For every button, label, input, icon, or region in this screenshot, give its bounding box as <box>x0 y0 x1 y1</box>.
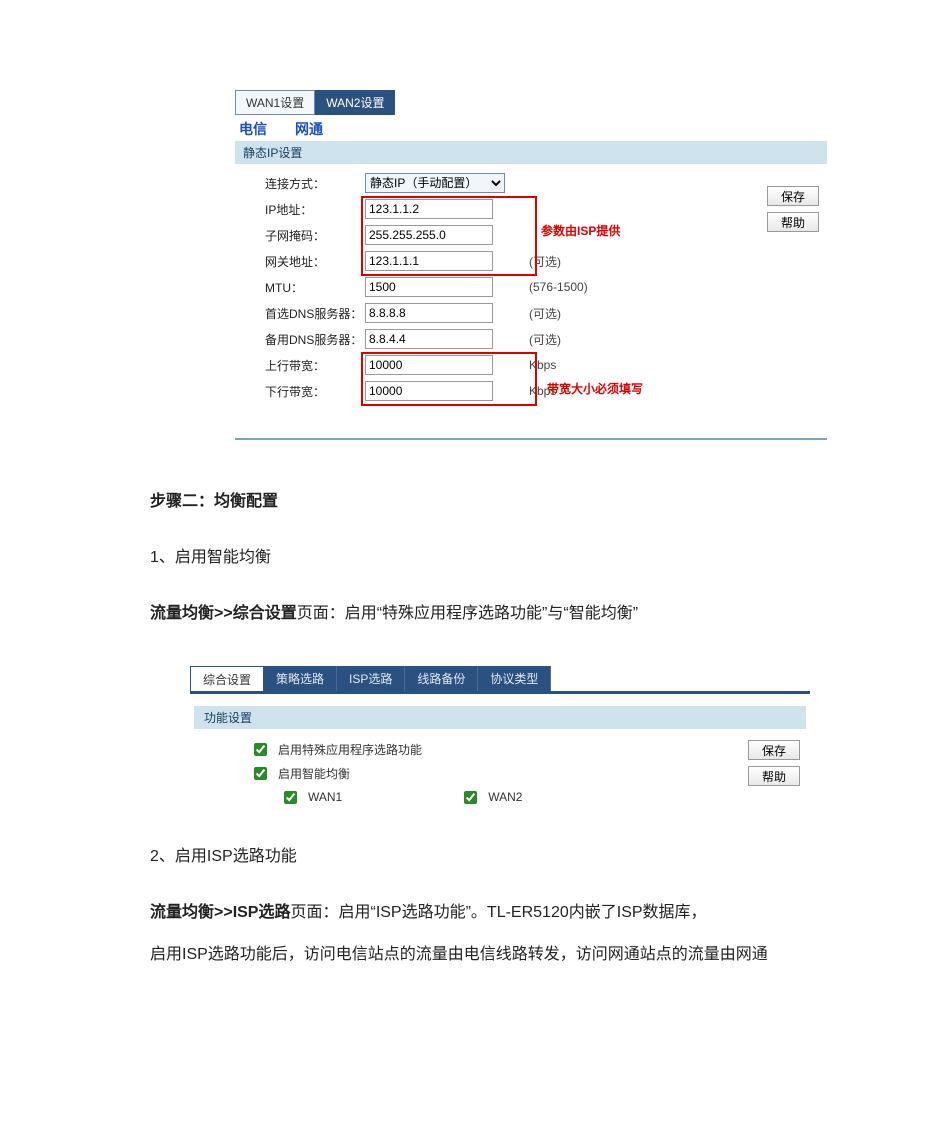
wan-tabs: WAN1设置 WAN2设置 <box>235 90 827 115</box>
lb-tabs: 综合设置 策略选路 ISP选路 线路备份 协议类型 <box>190 666 810 692</box>
step2-2-body-line1: 流量均衡>>ISP选路页面：启用“ISP选路功能”。TL-ER5120内嵌了IS… <box>150 901 840 925</box>
lb-body: 功能设置 启用特殊应用程序选路功能 启用智能均衡 WAN1 <box>190 691 810 813</box>
tab-line-backup[interactable]: 线路备份 <box>405 666 478 692</box>
step2-1-path: 流量均衡>>综合设置 <box>150 605 297 622</box>
save-button[interactable]: 保存 <box>767 186 819 206</box>
chk-wan2[interactable] <box>464 791 477 804</box>
help-button-2[interactable]: 帮助 <box>748 766 800 786</box>
tab-protocol-type[interactable]: 协议类型 <box>478 666 551 692</box>
gateway-input[interactable] <box>365 251 493 271</box>
chk-special-app-route[interactable] <box>254 743 267 756</box>
step2-1-rest: 页面：启用“特殊应用程序选路功能”与“智能均衡” <box>297 605 638 622</box>
up-bw-unit: Kbps <box>529 358 556 372</box>
annot-bandwidth: 带宽大小必须填写 <box>547 380 643 397</box>
dns1-input[interactable] <box>365 303 493 323</box>
mask-label: 子网掩码： <box>265 227 365 244</box>
tab-wan1[interactable]: WAN1设置 <box>235 90 315 115</box>
isp-line: 电信 网通 <box>235 115 827 141</box>
lbl-special-app-route: 启用特殊应用程序选路功能 <box>278 741 422 758</box>
step2-2-body-line2: 启用ISP选路功能后，访问电信站点的流量由电信线路转发，访问网通站点的流量由网通 <box>150 943 840 967</box>
help-button[interactable]: 帮助 <box>767 212 819 232</box>
static-ip-form: 连接方式： 静态IP（手动配置） IP地址： 子网掩码： 网关地址： (可选) <box>235 164 827 438</box>
tab-general[interactable]: 综合设置 <box>190 666 264 692</box>
mask-input[interactable] <box>365 225 493 245</box>
tab-policy-route[interactable]: 策略选路 <box>264 666 337 692</box>
step2-1-heading: 1、启用智能均衡 <box>150 546 840 570</box>
mtu-input[interactable] <box>365 277 493 297</box>
section-title-static-ip: 静态IP设置 <box>235 141 827 164</box>
step2-2-heading: 2、启用ISP选路功能 <box>150 845 840 869</box>
ip-label: IP地址： <box>265 201 365 218</box>
down-bw-label: 下行带宽： <box>265 383 365 400</box>
dns2-suffix: (可选) <box>529 331 561 348</box>
isp-wangtong-label: 网通 <box>295 119 323 139</box>
gateway-suffix: (可选) <box>529 253 561 270</box>
conn-type-select[interactable]: 静态IP（手动配置） <box>365 173 505 193</box>
doc-body: 步骤二：均衡配置 1、启用智能均衡 流量均衡>>综合设置页面：启用“特殊应用程序… <box>150 490 840 626</box>
step2-1-body: 流量均衡>>综合设置页面：启用“特殊应用程序选路功能”与“智能均衡” <box>150 602 840 626</box>
step2-2-path: 流量均衡>>ISP选路 <box>150 904 290 921</box>
ip-input[interactable] <box>365 199 493 219</box>
chk-wan1[interactable] <box>284 791 297 804</box>
down-bw-input[interactable] <box>365 381 493 401</box>
doc-body-2: 2、启用ISP选路功能 流量均衡>>ISP选路页面：启用“ISP选路功能”。TL… <box>150 845 840 967</box>
conn-type-label: 连接方式： <box>265 175 365 192</box>
lbl-wan1: WAN1 <box>308 790 342 804</box>
dns1-suffix: (可选) <box>529 305 561 322</box>
lb-section-title: 功能设置 <box>194 706 806 729</box>
panel1-separator <box>235 438 827 440</box>
tab-wan2[interactable]: WAN2设置 <box>315 90 395 115</box>
panel1-button-column: 保存 帮助 <box>767 186 819 232</box>
up-bw-label: 上行带宽： <box>265 357 365 374</box>
dns2-label: 备用DNS服务器： <box>265 331 365 348</box>
wan-static-ip-panel: WAN1设置 WAN2设置 电信 网通 静态IP设置 连接方式： 静态IP（手动… <box>235 90 827 440</box>
panel2-button-column: 保存 帮助 <box>748 740 800 786</box>
load-balance-panel: 综合设置 策略选路 ISP选路 线路备份 协议类型 功能设置 启用特殊应用程序选… <box>190 666 810 813</box>
gateway-label: 网关地址： <box>265 253 365 270</box>
lbl-wan2: WAN2 <box>488 790 522 804</box>
annot-isp-params: 参数由ISP提供 <box>541 222 620 239</box>
chk-smart-balance[interactable] <box>254 767 267 780</box>
lb-content: 启用特殊应用程序选路功能 启用智能均衡 WAN1 WAN2 <box>190 729 810 813</box>
up-bw-input[interactable] <box>365 355 493 375</box>
mtu-label: MTU： <box>265 279 365 296</box>
step2-2-rest1: 页面：启用“ISP选路功能”。TL-ER5120内嵌了ISP数据库， <box>290 904 706 921</box>
isp-dianxin-label: 电信 <box>239 119 267 139</box>
dns2-input[interactable] <box>365 329 493 349</box>
tab-isp-route[interactable]: ISP选路 <box>337 666 405 692</box>
mtu-suffix: (576-1500) <box>529 280 588 294</box>
dns1-label: 首选DNS服务器： <box>265 305 365 322</box>
step2-heading: 步骤二：均衡配置 <box>150 490 840 514</box>
lbl-smart-balance: 启用智能均衡 <box>278 765 350 782</box>
save-button-2[interactable]: 保存 <box>748 740 800 760</box>
